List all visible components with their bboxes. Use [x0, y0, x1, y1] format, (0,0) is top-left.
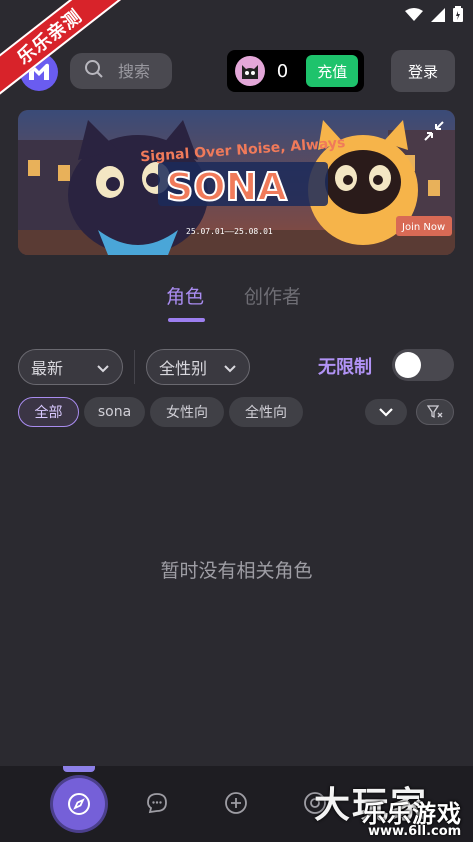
chip-sona[interactable]: sona: [84, 397, 145, 427]
divider: [134, 350, 135, 384]
coin-count: 0: [276, 60, 289, 82]
chat-icon: [147, 793, 167, 814]
banner-illustration: SONA Signal Over Noise, Always 25.07.01—…: [18, 110, 455, 255]
recharge-button[interactable]: 充值: [306, 55, 358, 87]
tab-characters[interactable]: 角色: [166, 282, 204, 309]
expand-tags-button[interactable]: [365, 399, 407, 425]
chevron-down-icon: [96, 360, 110, 379]
nav-chat[interactable]: [144, 790, 170, 816]
filter-button[interactable]: [416, 399, 454, 425]
no-limit-toggle[interactable]: [392, 349, 454, 381]
tab-indicator: [168, 318, 205, 322]
signal-icon: [431, 7, 445, 26]
chip-female[interactable]: 女性向: [150, 397, 224, 427]
no-limit-label: 无限制: [318, 357, 372, 378]
nav-create[interactable]: [223, 790, 249, 816]
coin-balance: 0 充值: [227, 50, 364, 92]
tab-bar: 角色 创作者: [0, 282, 473, 324]
tag-chips: 全部 sona 女性向 全性向: [0, 396, 473, 428]
empty-state-message: 暂时没有相关角色: [160, 560, 313, 582]
search-icon: [84, 59, 104, 83]
watermark-url: www.6ll.com: [368, 824, 462, 839]
plus-circle-icon: [225, 792, 247, 814]
compass-icon: [68, 793, 90, 815]
chevron-down-icon: [379, 408, 393, 417]
sort-value: 最新: [31, 359, 64, 378]
banner-title: SONA: [166, 165, 287, 209]
filter-row: 最新 全性别 无限制: [0, 348, 473, 388]
chevron-down-icon: [223, 360, 237, 379]
promo-banner[interactable]: SONA Signal Over Noise, Always 25.07.01—…: [18, 110, 455, 255]
sort-dropdown[interactable]: 最新: [18, 349, 123, 385]
search-bar[interactable]: [70, 53, 172, 89]
cat-coin-icon: [235, 56, 265, 86]
header: 0 充值 登录: [0, 48, 473, 94]
nav-discover[interactable]: [53, 778, 105, 830]
watermark-logo: 大玩家 乐乐游戏 www.6ll.com: [312, 774, 473, 842]
gender-value: 全性别: [159, 359, 208, 378]
chip-all[interactable]: 全部: [18, 397, 79, 427]
banner-dates: 25.07.01——25.08.01: [186, 227, 273, 236]
battery-icon: [453, 6, 463, 26]
wifi-icon: [405, 7, 423, 26]
tab-creators[interactable]: 创作者: [244, 282, 301, 309]
toggle-knob: [395, 352, 421, 378]
collapse-banner-icon[interactable]: [419, 116, 449, 146]
gender-dropdown[interactable]: 全性别: [146, 349, 250, 385]
filter-icon: [427, 405, 443, 419]
search-input[interactable]: [118, 61, 158, 81]
nav-indicator: [63, 766, 95, 772]
login-button[interactable]: 登录: [391, 50, 455, 92]
banner-cta: Join Now: [401, 222, 445, 233]
chip-all-orientation[interactable]: 全性向: [229, 397, 303, 427]
